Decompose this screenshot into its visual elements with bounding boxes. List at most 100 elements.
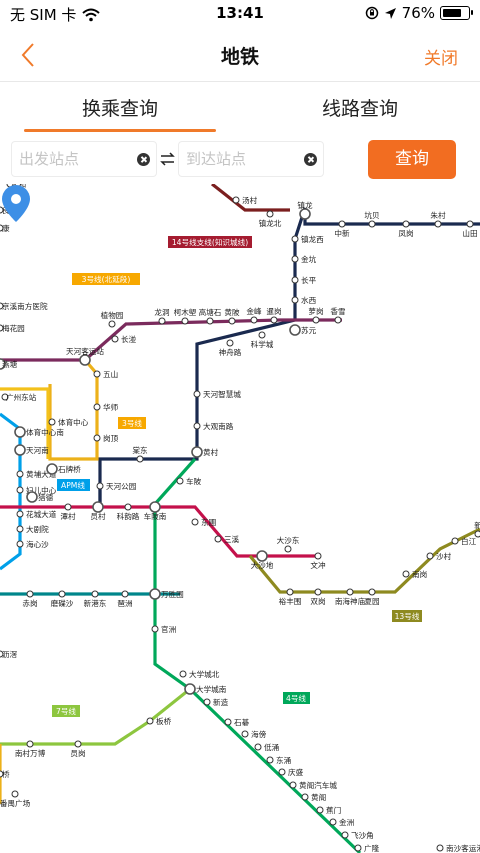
station-kang[interactable]: 康 [0, 223, 10, 233]
station-dot[interactable] [426, 552, 434, 560]
station-dot[interactable] [92, 501, 104, 513]
station-dot[interactable] [206, 317, 214, 325]
station-dot[interactable] [256, 550, 268, 562]
station-huangbu[interactable]: 黄村 [191, 446, 219, 458]
station-wanshengwei[interactable]: 万胜围 [149, 588, 184, 600]
station-dot[interactable] [254, 743, 262, 751]
close-button[interactable]: 关闭 [424, 44, 458, 69]
station-dot[interactable] [179, 670, 187, 678]
station-suyuan[interactable]: 苏元 [289, 324, 317, 336]
query-button[interactable]: 查询 [368, 140, 456, 179]
station-dot[interactable] [79, 354, 91, 366]
station-qingsheng[interactable]: 庆盛 [278, 767, 304, 777]
station-nangang[interactable]: 南岗 [402, 569, 427, 579]
station-tianhenan[interactable]: 天河南 [14, 444, 49, 456]
station-dot[interactable] [16, 510, 24, 518]
tab-transfer-query[interactable]: 换乘查询 [0, 94, 240, 121]
station-dot[interactable] [291, 235, 299, 243]
station-meihuayuan[interactable]: 梅花园 [0, 323, 25, 333]
station-dongchong[interactable]: 东涌 [266, 755, 291, 765]
station-dazhe[interactable]: 沥滘 [0, 650, 18, 659]
line-tag-apm[interactable]: APM线 [57, 479, 90, 491]
station-dot[interactable] [14, 426, 26, 438]
station-nansha[interactable]: 南沙客运港 [436, 843, 480, 853]
station-dot[interactable] [191, 518, 199, 526]
clear-icon[interactable] [137, 153, 150, 166]
station-tianhegongyuan[interactable]: 天河公园 [96, 482, 136, 491]
station-dot[interactable] [16, 525, 24, 533]
swap-icon[interactable] [160, 151, 175, 167]
station-dot[interactable] [291, 296, 299, 304]
station-dot[interactable] [250, 316, 258, 324]
station-tiyuzhongxinnan[interactable]: 体育中心南 [14, 426, 64, 438]
station-jingxi[interactable]: 京溪南方医院 [0, 301, 48, 311]
station-changban[interactable]: 长湴 [111, 334, 137, 344]
station-tiyuzhongxin[interactable]: 体育中心 [48, 417, 89, 427]
station-dot[interactable] [158, 317, 166, 325]
to-station-input[interactable] [186, 142, 296, 176]
station-dot[interactable] [270, 316, 278, 324]
station-guangzhoudong[interactable]: 广州东站 [1, 392, 37, 402]
station-daxuechengbei[interactable]: 大学城北 [179, 669, 220, 679]
station-dot[interactable] [26, 491, 38, 503]
station-banqiao[interactable]: 板桥 [146, 716, 172, 726]
station-dot[interactable] [176, 477, 184, 485]
station-dot[interactable] [334, 316, 342, 324]
back-button[interactable] [14, 40, 44, 70]
line-tag-3-north[interactable]: 3号线(北延段) [72, 273, 140, 285]
station-tianhekeyun[interactable]: 天河客运站 [66, 346, 104, 366]
station-dagunnan[interactable]: 大观南路 [193, 421, 234, 431]
station-dot[interactable] [226, 339, 234, 347]
station-dot[interactable] [124, 503, 132, 511]
station-dot[interactable] [232, 196, 240, 204]
station-dot[interactable] [329, 818, 337, 826]
station-dot[interactable] [151, 625, 159, 633]
station-dot[interactable] [241, 730, 249, 738]
station-dongpu[interactable]: 东圃 [191, 517, 216, 527]
station-dashadi[interactable]: 大沙地 [251, 550, 274, 570]
from-station-input[interactable] [19, 142, 129, 176]
station-zhenlongbei[interactable]: 镇龙北 [259, 210, 282, 228]
station-huachengdadao[interactable]: 花城大道 [16, 509, 57, 519]
station-dot[interactable] [121, 590, 129, 598]
station-liede[interactable]: 猎德 [26, 491, 54, 503]
station-daxuechengnan[interactable]: 大学城南 [184, 683, 227, 695]
station-dot[interactable] [16, 540, 24, 548]
clear-icon[interactable] [304, 153, 317, 166]
station-dot[interactable] [149, 501, 161, 513]
station-dot[interactable] [16, 486, 24, 494]
station-dot[interactable] [48, 418, 56, 426]
station-yuancun[interactable]: 员村 [90, 501, 106, 521]
station-dot[interactable] [402, 220, 410, 228]
station-dot[interactable] [278, 768, 286, 776]
station-baijiang[interactable]: 白江 [451, 536, 477, 546]
station-dot[interactable] [93, 403, 101, 411]
station-dot[interactable] [436, 844, 444, 852]
station-dot[interactable] [26, 740, 34, 748]
station-chebeinan[interactable]: 车陂南 [144, 501, 167, 521]
station-dot[interactable] [286, 588, 294, 596]
station-dot[interactable] [314, 588, 322, 596]
station-dot[interactable] [284, 545, 292, 553]
station-haibang[interactable]: 海傍 [241, 729, 267, 739]
station-dot[interactable] [96, 482, 104, 490]
station-dot[interactable] [368, 588, 376, 596]
station-dot[interactable] [74, 740, 82, 748]
metro-map-canvas[interactable]: 14号线支线(知识城线) 3号线(北延段) 3号线 APM线 13号线 7号线 [0, 184, 480, 853]
station-kexuecheng[interactable]: 科学城 [251, 331, 274, 349]
station-dot[interactable] [316, 806, 324, 814]
station-dot[interactable] [224, 718, 232, 726]
station-dot[interactable] [26, 590, 34, 598]
station-dot[interactable] [203, 698, 211, 706]
station-dot[interactable] [312, 316, 320, 324]
station-dot[interactable] [301, 793, 309, 801]
station-dot[interactable] [16, 470, 24, 478]
station-dot[interactable] [14, 444, 26, 456]
station-dot[interactable] [184, 683, 196, 695]
station-dot[interactable] [451, 537, 459, 545]
line-tag-7[interactable]: 7号线 [52, 705, 80, 717]
station-dot[interactable] [368, 220, 376, 228]
station-dot[interactable] [193, 390, 201, 398]
station-panyuguangchang[interactable]: 番禺广场 [0, 790, 31, 808]
line-tag-14[interactable]: 14号线支线(知识城线) [168, 236, 252, 248]
